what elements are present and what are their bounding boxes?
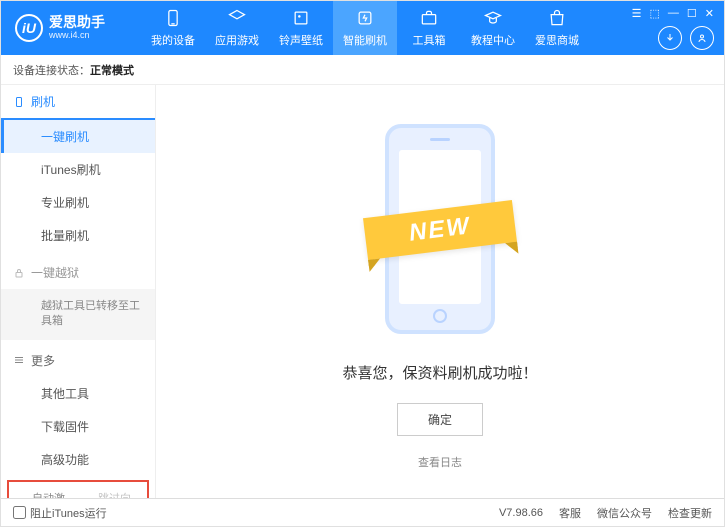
nav-toolbox[interactable]: 工具箱: [397, 1, 461, 55]
user-icon: [696, 32, 708, 44]
status-mode: 正常模式: [90, 62, 134, 78]
sidebar-jailbreak-note: 越狱工具已转移至工具箱: [1, 289, 155, 340]
footer: 阻止iTunes运行 V7.98.66 客服 微信公众号 检查更新: [1, 498, 724, 526]
top-nav: 我的设备 应用游戏 铃声壁纸 智能刷机 工具箱 教程中心: [141, 1, 589, 55]
picture-icon: [291, 8, 311, 28]
maximize-icon[interactable]: ☐: [687, 7, 697, 20]
sidebar-item-onekey[interactable]: 一键刷机: [1, 120, 155, 153]
logo-icon: iU: [15, 14, 43, 42]
apps-icon: [227, 8, 247, 28]
sidebar-item-other[interactable]: 其他工具: [1, 377, 155, 410]
window-controls: ☰ ⬚ — ☐ ✕: [632, 7, 714, 20]
footer-service[interactable]: 客服: [559, 505, 581, 521]
auto-activate-checkbox[interactable]: 自动激活: [17, 490, 73, 498]
logo: iU 爱思助手 www.i4.cn: [1, 14, 141, 42]
nav-my-device[interactable]: 我的设备: [141, 1, 205, 55]
skip-guide-checkbox[interactable]: 跳过向导: [83, 490, 139, 498]
app-name: 爱思助手: [49, 15, 105, 30]
menu-icon[interactable]: ☰: [632, 7, 642, 20]
sidebar-item-pro[interactable]: 专业刷机: [1, 186, 155, 219]
nav-apps-games[interactable]: 应用游戏: [205, 1, 269, 55]
list-icon: [13, 354, 25, 366]
ok-button[interactable]: 确定: [397, 403, 483, 436]
phone-icon: [13, 96, 25, 108]
sidebar-item-download[interactable]: 下载固件: [1, 410, 155, 443]
toolbox-icon: [419, 8, 439, 28]
footer-update[interactable]: 检查更新: [668, 505, 712, 521]
nav-store[interactable]: 爱思商城: [525, 1, 589, 55]
download-icon: [664, 32, 676, 44]
view-log-link[interactable]: 查看日志: [418, 454, 462, 470]
user-button[interactable]: [690, 26, 714, 50]
titlebar: iU 爱思助手 www.i4.cn 我的设备 应用游戏 铃声壁纸 智能刷机: [1, 1, 724, 55]
nav-ringtones[interactable]: 铃声壁纸: [269, 1, 333, 55]
nav-smart-flash[interactable]: 智能刷机: [333, 1, 397, 55]
sidebar-head-jailbreak: 一键越狱: [1, 256, 155, 289]
footer-wechat[interactable]: 微信公众号: [597, 505, 652, 521]
lock-icon: [13, 267, 25, 279]
nav-tutorials[interactable]: 教程中心: [461, 1, 525, 55]
version-label: V7.98.66: [499, 507, 543, 519]
download-button[interactable]: [658, 26, 682, 50]
app-url: www.i4.cn: [49, 31, 105, 41]
pin-icon[interactable]: ⬚: [650, 7, 660, 20]
sidebar-head-flash[interactable]: 刷机: [1, 85, 155, 120]
main-content: NEW 恭喜您，保资料刷机成功啦！ 确定 查看日志: [156, 85, 724, 498]
store-icon: [547, 8, 567, 28]
minimize-icon[interactable]: —: [668, 7, 679, 20]
close-icon[interactable]: ✕: [705, 7, 714, 20]
graduation-icon: [483, 8, 503, 28]
block-itunes-checkbox[interactable]: 阻止iTunes运行: [13, 505, 107, 521]
sidebar-item-advanced[interactable]: 高级功能: [1, 443, 155, 476]
flash-icon: [355, 8, 375, 28]
status-bar: 设备连接状态：正常模式: [1, 55, 724, 85]
sidebar: 刷机 一键刷机 iTunes刷机 专业刷机 批量刷机 一键越狱 越狱工具已转移至…: [1, 85, 156, 498]
sidebar-item-batch[interactable]: 批量刷机: [1, 219, 155, 252]
success-illustration: NEW: [375, 114, 505, 344]
options-highlight-box: 自动激活 跳过向导: [7, 480, 149, 498]
sidebar-head-more[interactable]: 更多: [1, 344, 155, 377]
sidebar-item-itunes[interactable]: iTunes刷机: [1, 153, 155, 186]
phone-icon: [163, 8, 183, 28]
success-message: 恭喜您，保资料刷机成功啦！: [342, 362, 537, 383]
